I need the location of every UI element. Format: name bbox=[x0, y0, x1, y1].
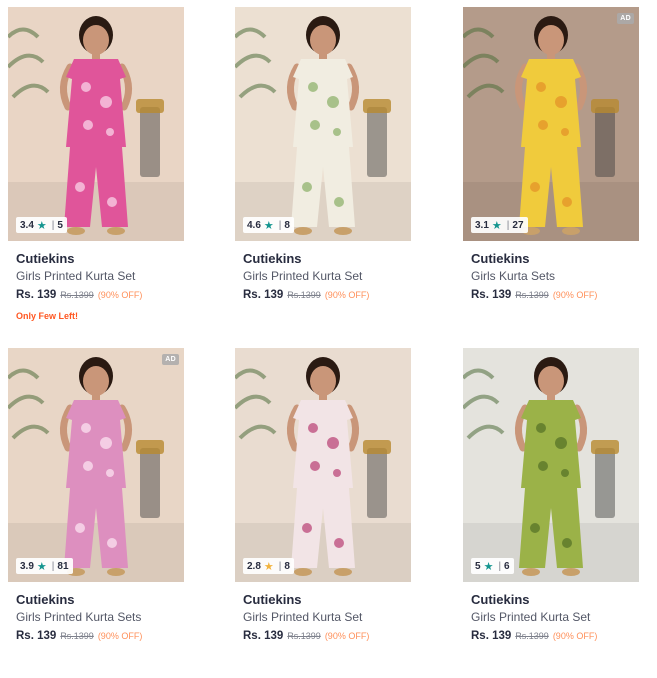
product-image[interactable]: 4.6 ★ | 8 bbox=[235, 7, 411, 241]
discounted-price: Rs. 139 bbox=[471, 630, 512, 642]
product-card[interactable]: 2.8 ★ | 8 Cutiekins Girls Printed Kurta … bbox=[235, 348, 411, 678]
product-price: Rs. 139 Rs.1399 (90% OFF) bbox=[16, 289, 142, 301]
rating-separator: | bbox=[278, 560, 282, 572]
rating-count: 8 bbox=[284, 219, 290, 231]
discounted-price: Rs. 139 bbox=[16, 289, 57, 301]
product-price: Rs. 139 Rs.1399 (90% OFF) bbox=[471, 289, 597, 301]
stock-note: Only Few Left! bbox=[16, 311, 79, 321]
discount-percent: (90% OFF) bbox=[97, 290, 143, 300]
discount-percent: (90% OFF) bbox=[324, 290, 370, 300]
rating-count: 8 bbox=[284, 560, 290, 572]
rating-separator: | bbox=[506, 219, 510, 231]
product-brand[interactable]: Cutiekins bbox=[471, 251, 530, 266]
product-brand[interactable]: Cutiekins bbox=[243, 592, 302, 607]
ad-badge: AD bbox=[617, 13, 634, 24]
rating-badge: 3.1 ★ | 27 bbox=[471, 217, 528, 233]
original-price: Rs.1399 bbox=[60, 631, 94, 641]
girl-in-green-kurta-set-image bbox=[463, 348, 639, 582]
discounted-price: Rs. 139 bbox=[243, 630, 284, 642]
product-brand[interactable]: Cutiekins bbox=[16, 592, 75, 607]
discounted-price: Rs. 139 bbox=[16, 630, 57, 642]
product-name[interactable]: Girls Printed Kurta Sets bbox=[16, 610, 141, 624]
discounted-price: Rs. 139 bbox=[243, 289, 284, 301]
star-icon: ★ bbox=[263, 560, 274, 573]
product-name[interactable]: Girls Printed Kurta Set bbox=[16, 269, 135, 283]
original-price: Rs.1399 bbox=[60, 290, 94, 300]
product-card[interactable]: 4.6 ★ | 8 Cutiekins Girls Printed Kurta … bbox=[235, 7, 411, 337]
original-price: Rs.1399 bbox=[515, 290, 549, 300]
product-price: Rs. 139 Rs.1399 (90% OFF) bbox=[471, 630, 597, 642]
girl-in-pink-kurta-set-image bbox=[8, 7, 184, 241]
star-icon: ★ bbox=[483, 560, 494, 573]
rating-value: 3.1 bbox=[475, 219, 489, 231]
original-price: Rs.1399 bbox=[287, 631, 321, 641]
rating-badge: 3.9 ★ | 81 bbox=[16, 558, 73, 574]
rating-badge: 3.4 ★ | 5 bbox=[16, 217, 67, 233]
ad-badge: AD bbox=[162, 354, 179, 365]
rating-count: 27 bbox=[512, 219, 524, 231]
product-price: Rs. 139 Rs.1399 (90% OFF) bbox=[16, 630, 142, 642]
discount-percent: (90% OFF) bbox=[97, 631, 143, 641]
product-brand[interactable]: Cutiekins bbox=[16, 251, 75, 266]
product-name[interactable]: Girls Kurta Sets bbox=[471, 269, 555, 283]
rating-count: 81 bbox=[57, 560, 69, 572]
product-brand[interactable]: Cutiekins bbox=[471, 592, 530, 607]
product-card[interactable]: AD 3.9 ★ | 81 Cutiekins Girls Printed Ku… bbox=[8, 348, 184, 678]
girl-in-yellow-kurta-set-image bbox=[463, 7, 639, 241]
rating-value: 4.6 bbox=[247, 219, 261, 231]
product-name[interactable]: Girls Printed Kurta Set bbox=[471, 610, 590, 624]
rating-value: 5 bbox=[475, 560, 481, 572]
rating-separator: | bbox=[51, 219, 55, 231]
rating-value: 3.4 bbox=[20, 219, 34, 231]
discount-percent: (90% OFF) bbox=[324, 631, 370, 641]
product-name[interactable]: Girls Printed Kurta Set bbox=[243, 269, 362, 283]
product-card[interactable]: 5 ★ | 6 Cutiekins Girls Printed Kurta Se… bbox=[463, 348, 639, 678]
product-card[interactable]: AD 3.1 ★ | 27 Cutiekins Girls Kurta Sets… bbox=[463, 7, 639, 337]
rating-badge: 4.6 ★ | 8 bbox=[243, 217, 294, 233]
product-price: Rs. 139 Rs.1399 (90% OFF) bbox=[243, 630, 369, 642]
rating-badge: 5 ★ | 6 bbox=[471, 558, 514, 574]
girl-in-pink-printed-kurta-set-image bbox=[8, 348, 184, 582]
girl-in-floral-kurta-set-image bbox=[235, 348, 411, 582]
star-icon: ★ bbox=[263, 219, 274, 232]
rating-separator: | bbox=[278, 219, 282, 231]
original-price: Rs.1399 bbox=[515, 631, 549, 641]
rating-separator: | bbox=[498, 560, 502, 572]
rating-badge: 2.8 ★ | 8 bbox=[243, 558, 294, 574]
product-price: Rs. 139 Rs.1399 (90% OFF) bbox=[243, 289, 369, 301]
star-icon: ★ bbox=[36, 560, 47, 573]
product-image[interactable]: 3.4 ★ | 5 bbox=[8, 7, 184, 241]
product-image[interactable]: 5 ★ | 6 bbox=[463, 348, 639, 582]
product-image[interactable]: 2.8 ★ | 8 bbox=[235, 348, 411, 582]
product-image[interactable]: AD 3.9 ★ | 81 bbox=[8, 348, 184, 582]
rating-count: 5 bbox=[57, 219, 63, 231]
discounted-price: Rs. 139 bbox=[471, 289, 512, 301]
product-brand[interactable]: Cutiekins bbox=[243, 251, 302, 266]
product-card[interactable]: 3.4 ★ | 5 Cutiekins Girls Printed Kurta … bbox=[8, 7, 184, 337]
discount-percent: (90% OFF) bbox=[552, 631, 598, 641]
star-icon: ★ bbox=[491, 219, 502, 232]
product-image[interactable]: AD 3.1 ★ | 27 bbox=[463, 7, 639, 241]
original-price: Rs.1399 bbox=[287, 290, 321, 300]
girl-in-white-floral-kurta-set-image bbox=[235, 7, 411, 241]
rating-value: 2.8 bbox=[247, 560, 261, 572]
product-name[interactable]: Girls Printed Kurta Set bbox=[243, 610, 362, 624]
rating-count: 6 bbox=[504, 560, 510, 572]
discount-percent: (90% OFF) bbox=[552, 290, 598, 300]
rating-value: 3.9 bbox=[20, 560, 34, 572]
rating-separator: | bbox=[51, 560, 55, 572]
star-icon: ★ bbox=[36, 219, 47, 232]
